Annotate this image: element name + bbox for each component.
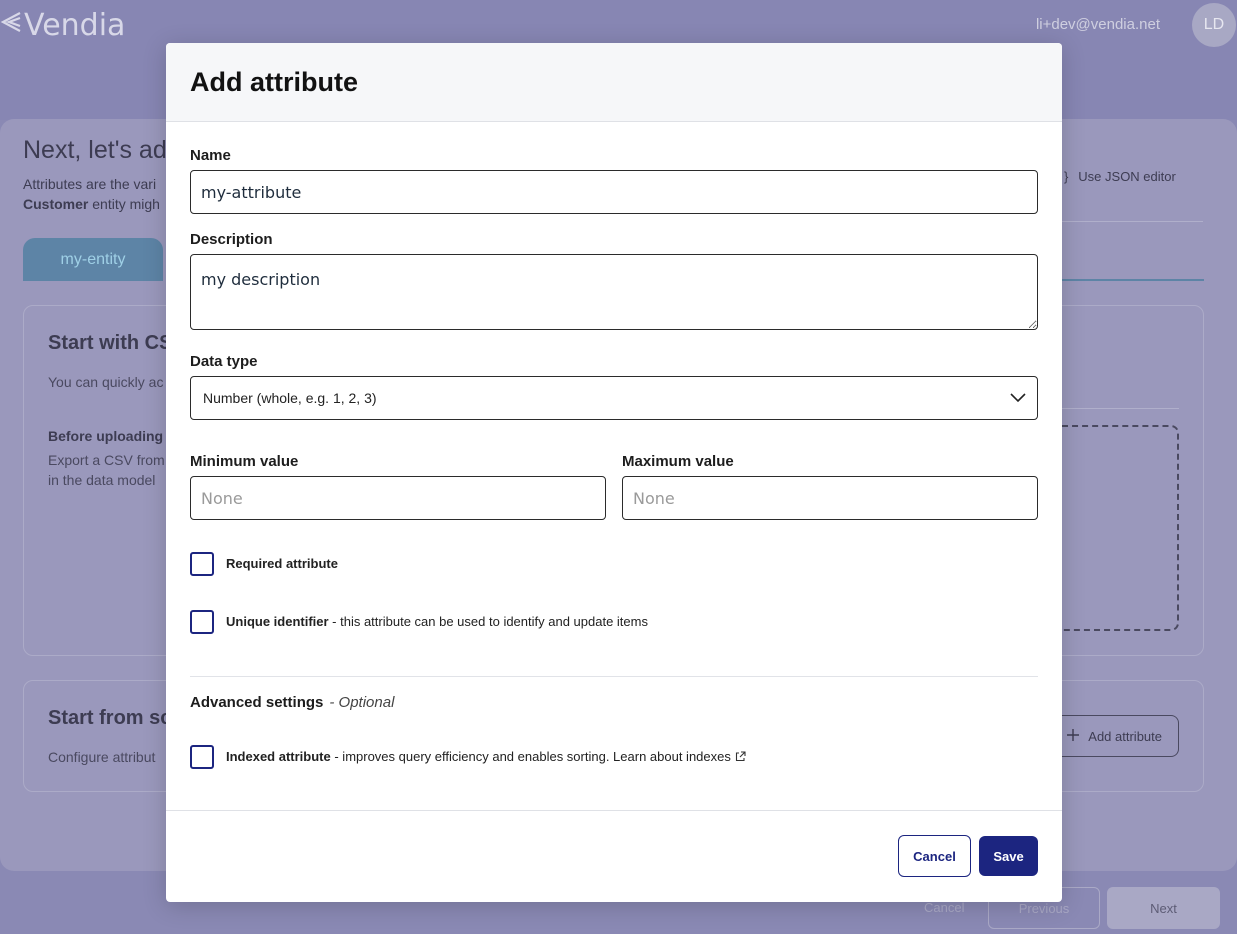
- csv-panel-description: You can quickly ac: [48, 374, 164, 390]
- user-email: li+dev@vendia.net: [1035, 16, 1160, 33]
- unique-identifier-bold: Unique identifier: [226, 614, 329, 629]
- subtitle-rest: entity migh: [92, 196, 160, 212]
- maximum-value-input[interactable]: [622, 476, 1038, 520]
- indexed-attribute-label: Indexed attribute - improves query effic…: [226, 749, 746, 765]
- external-link-icon: [735, 750, 746, 765]
- csv-divider: [1062, 408, 1179, 409]
- advanced-divider: [190, 676, 1038, 677]
- vendia-logo[interactable]: Vendia: [0, 8, 125, 43]
- learn-about-indexes-link[interactable]: Learn about indexes: [613, 749, 731, 764]
- advanced-optional-label: - Optional: [329, 694, 395, 711]
- page-title: Next, let's add: [23, 136, 181, 164]
- description-label: Description: [190, 231, 273, 248]
- csv-panel-title: Start with CS: [48, 332, 173, 354]
- data-type-select[interactable]: Number (whole, e.g. 1, 2, 3): [190, 376, 1038, 420]
- vendia-logo-icon: [0, 8, 22, 43]
- dialog-footer: Cancel Save: [166, 810, 1062, 902]
- advanced-settings-label: Advanced settings: [190, 694, 324, 711]
- minimum-value-label: Minimum value: [190, 453, 299, 470]
- scratch-panel-title: Start from sc: [48, 707, 172, 729]
- header-divider: [1055, 221, 1203, 222]
- tab-underline: [1060, 279, 1204, 281]
- logo-text: Vendia: [24, 8, 126, 43]
- maximum-value-label: Maximum value: [622, 453, 734, 470]
- unique-identifier-checkbox[interactable]: [190, 610, 214, 634]
- before-upload-title: Before uploading: [48, 428, 164, 444]
- save-button[interactable]: Save: [979, 836, 1038, 876]
- avatar[interactable]: LD: [1192, 3, 1236, 47]
- indexed-attribute-checkbox[interactable]: [190, 745, 214, 769]
- page-subtitle: Attributes are the vari Customer entity …: [23, 174, 173, 214]
- dialog-title: Add attribute: [190, 67, 358, 97]
- indexed-attribute-rest: - improves query efficiency and enables …: [330, 749, 614, 764]
- scratch-panel-description: Configure attribut: [48, 749, 156, 765]
- subtitle-line-1: Attributes are the vari: [23, 176, 157, 192]
- plus-icon: [1066, 728, 1080, 745]
- minimum-value-input[interactable]: [190, 476, 606, 520]
- subtitle-line-2: Customer entity migh: [23, 194, 173, 214]
- dialog-header: Add attribute: [166, 43, 1062, 122]
- data-type-value: Number (whole, e.g. 1, 2, 3): [203, 390, 377, 406]
- cancel-button[interactable]: Cancel: [898, 835, 971, 877]
- csv-dropzone[interactable]: [1062, 425, 1179, 631]
- advanced-settings-title: Advanced settings - Optional: [190, 694, 394, 711]
- description-textarea[interactable]: my description: [190, 254, 1038, 330]
- tab-my-entity[interactable]: my-entity: [23, 238, 163, 281]
- add-attribute-label: Add attribute: [1088, 728, 1162, 744]
- json-editor-label: Use JSON editor: [1078, 169, 1176, 184]
- chevron-down-icon: [1009, 390, 1027, 409]
- subtitle-bold: Customer: [23, 196, 89, 212]
- add-attribute-dialog: Add attribute Name Description my descri…: [166, 43, 1062, 902]
- unique-identifier-rest: - this attribute can be used to identify…: [328, 614, 648, 629]
- name-input[interactable]: [190, 170, 1038, 214]
- required-attribute-checkbox[interactable]: [190, 552, 214, 576]
- unique-identifier-label: Unique identifier - this attribute can b…: [226, 614, 648, 629]
- before-upload-line-1: Export a CSV from: [48, 452, 165, 468]
- before-upload-line-2: in the data model: [48, 472, 156, 488]
- indexed-attribute-bold: Indexed attribute: [226, 749, 331, 764]
- footer-next-button[interactable]: Next: [1107, 887, 1220, 929]
- footer-cancel-button[interactable]: Cancel: [924, 900, 964, 915]
- name-label: Name: [190, 147, 231, 164]
- data-type-label: Data type: [190, 353, 258, 370]
- json-editor-button[interactable]: { } Use JSON editor: [1056, 169, 1176, 184]
- required-attribute-label: Required attribute: [226, 556, 338, 571]
